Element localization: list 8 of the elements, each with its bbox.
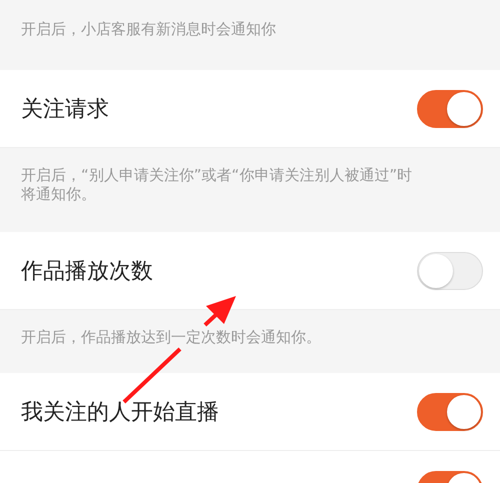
- setting-title: 作品播放次数: [21, 258, 153, 286]
- setting-description: 开启后，“别人申请关注你”或者“你申请关注别人被通过”时将通知你。: [21, 166, 414, 204]
- setting-description: 开启后，小店客服有新消息时会通知你: [21, 20, 277, 39]
- toggle-switch[interactable]: [417, 90, 483, 128]
- toggle-switch[interactable]: [417, 392, 483, 430]
- setting-title: 关注请求: [21, 96, 109, 124]
- setting-description: 开启后，作品播放达到一定次数时会通知你。: [21, 328, 322, 347]
- setting-title: 我关注的人开始直播: [21, 398, 219, 426]
